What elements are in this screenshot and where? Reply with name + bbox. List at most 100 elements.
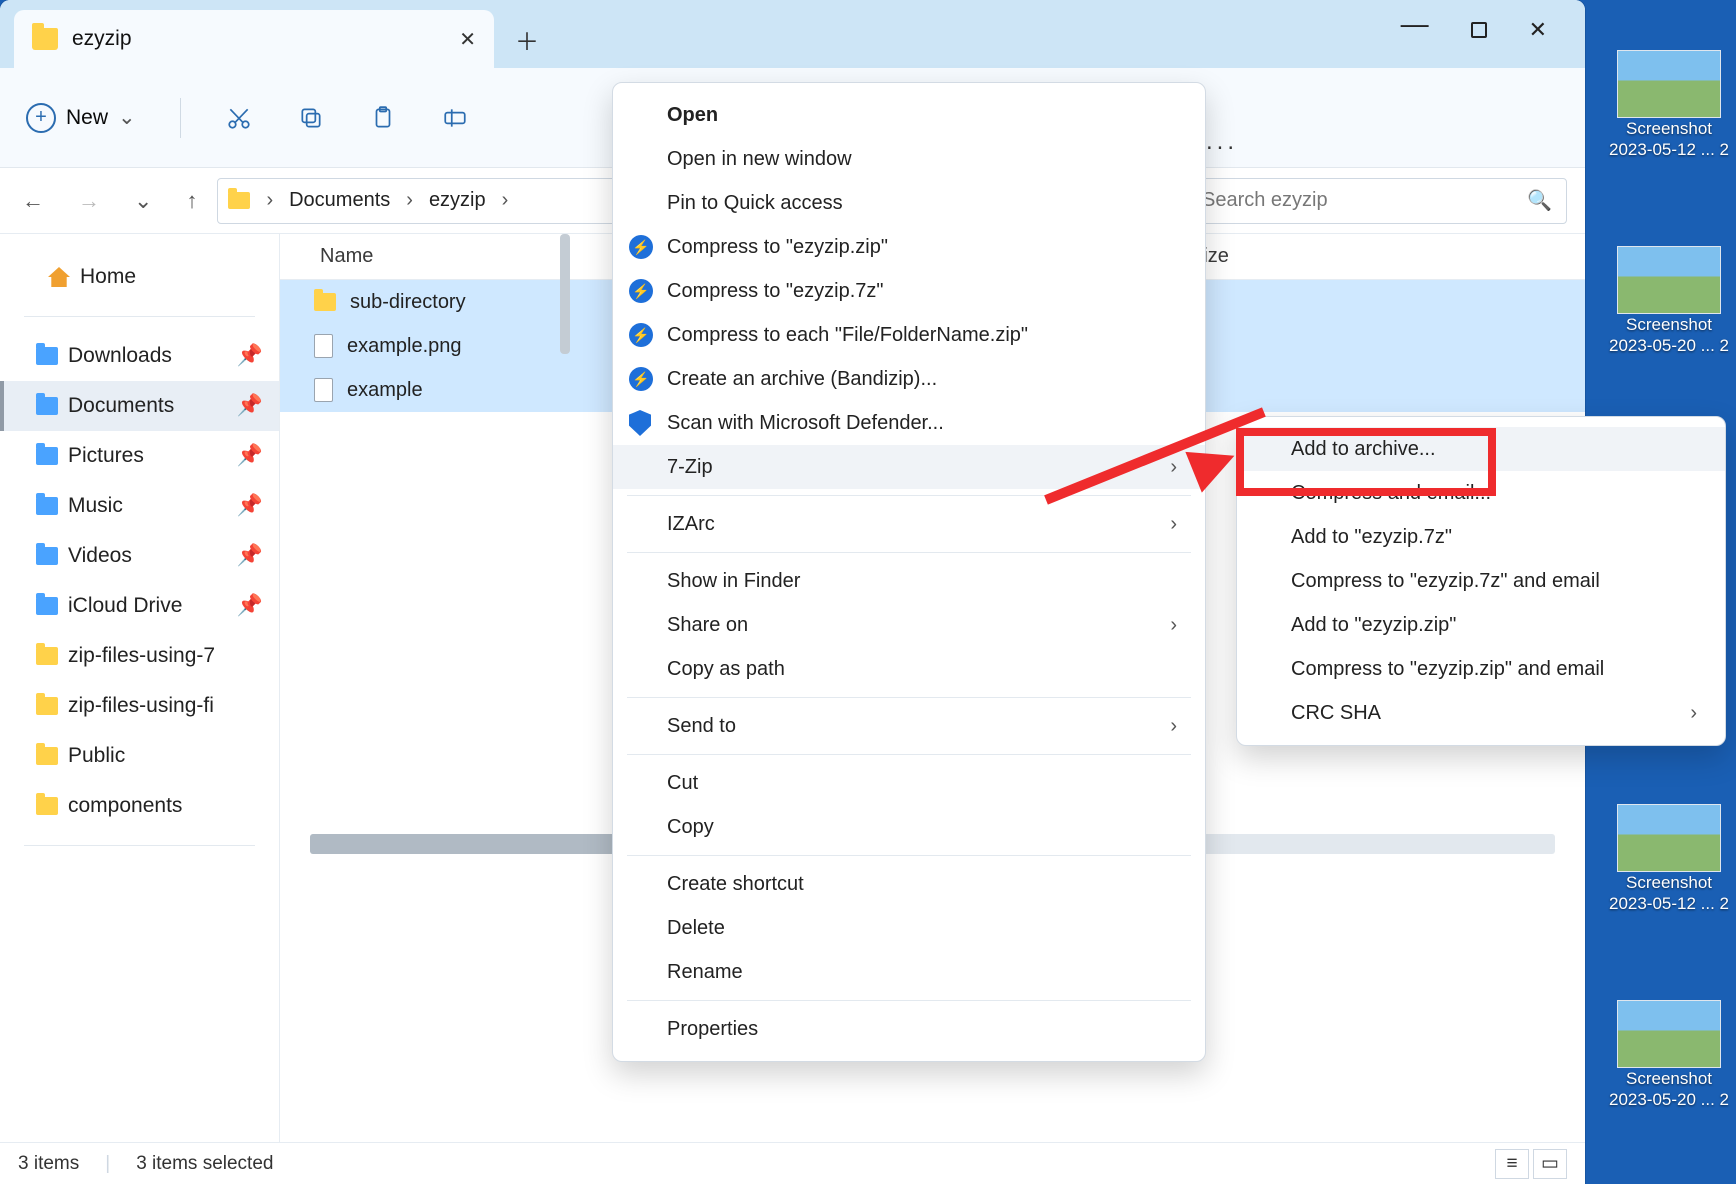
sidebar-item-zip-files-using-7[interactable]: zip-files-using-7: [0, 631, 279, 681]
maximize-button[interactable]: [1471, 22, 1487, 38]
menu-item[interactable]: Pin to Quick access: [613, 181, 1205, 225]
sidebar-item-label: Pictures: [68, 444, 144, 468]
menu-item[interactable]: Copy: [613, 805, 1205, 849]
menu-label: Compress and email...: [1291, 482, 1491, 505]
sidebar-item-label: zip-files-using-fi: [68, 694, 214, 718]
shield-icon: [629, 410, 651, 436]
menu-label: CRC SHA: [1291, 702, 1381, 725]
menu-label: Copy: [667, 816, 714, 839]
divider: [24, 316, 255, 317]
new-tab-button[interactable]: ＋: [504, 16, 550, 62]
menu-item[interactable]: Rename: [613, 950, 1205, 994]
menu-label: Copy as path: [667, 658, 785, 681]
pin-icon: 📌: [237, 494, 263, 518]
file-icon: [314, 378, 333, 402]
close-tab-icon[interactable]: ✕: [459, 27, 476, 52]
sidebar-item-zip-files-using-fi[interactable]: zip-files-using-fi: [0, 681, 279, 731]
menu-item[interactable]: Compress to "ezyzip.7z" and email: [1237, 559, 1725, 603]
sidebar: Home Downloads📌Documents📌Pictures📌Music📌…: [0, 234, 280, 1142]
breadcrumb[interactable]: ezyzip: [429, 189, 486, 212]
menu-item[interactable]: Share on›: [613, 603, 1205, 647]
menu-label: Delete: [667, 917, 725, 940]
tiles-view-button[interactable]: ▭: [1533, 1149, 1567, 1179]
up-button[interactable]: ↑: [186, 188, 197, 214]
menu-item[interactable]: CRC SHA›: [1237, 691, 1725, 735]
sidebar-item-label: Home: [80, 265, 136, 289]
minimize-button[interactable]: —: [1401, 8, 1429, 40]
sidebar-item-downloads[interactable]: Downloads📌: [0, 331, 279, 381]
more-toolbar-button[interactable]: ...: [1206, 128, 1238, 156]
close-window-button[interactable]: ✕: [1529, 17, 1547, 43]
menu-item[interactable]: ⚡Compress to "ezyzip.7z": [613, 269, 1205, 313]
menu-label: Compress to "ezyzip.7z" and email: [1291, 570, 1600, 593]
menu-item[interactable]: Add to "ezyzip.zip": [1237, 603, 1725, 647]
sidebar-item-videos[interactable]: Videos📌: [0, 531, 279, 581]
desktop-icon[interactable]: Screenshot2023-05-20 ... 2: [1606, 246, 1732, 357]
search-input[interactable]: Search ezyzip 🔍: [1187, 178, 1567, 224]
file-name: sub-directory: [350, 291, 466, 314]
bandizip-icon: ⚡: [629, 235, 653, 259]
menu-label: Create an archive (Bandizip)...: [667, 368, 937, 391]
chevron-right-icon: ›: [1170, 715, 1177, 738]
status-bar: 3 items | 3 items selected ≡ ▭: [0, 1142, 1585, 1184]
menu-item[interactable]: Delete: [613, 906, 1205, 950]
menu-item[interactable]: Compress and email...: [1237, 471, 1725, 515]
chevron-right-icon: ›: [1170, 513, 1177, 536]
menu-item[interactable]: Open in new window: [613, 137, 1205, 181]
menu-item[interactable]: Add to archive...: [1237, 427, 1725, 471]
menu-item[interactable]: Properties: [613, 1007, 1205, 1051]
menu-item[interactable]: IZArc›: [613, 502, 1205, 546]
menu-item[interactable]: ⚡Compress to each "File/FolderName.zip": [613, 313, 1205, 357]
sidebar-item-documents[interactable]: Documents📌: [0, 381, 279, 431]
paste-icon[interactable]: [369, 104, 397, 132]
sidebar-item-icloud-drive[interactable]: iCloud Drive📌: [0, 581, 279, 631]
folder-icon: [36, 397, 58, 415]
menu-item[interactable]: Compress to "ezyzip.zip" and email: [1237, 647, 1725, 691]
menu-item[interactable]: ⚡Compress to "ezyzip.zip": [613, 225, 1205, 269]
sidebar-item-public[interactable]: Public: [0, 731, 279, 781]
tab-ezyzip[interactable]: ezyzip ✕: [14, 10, 494, 68]
sidebar-home[interactable]: Home: [0, 252, 279, 302]
folder-icon: [36, 447, 58, 465]
breadcrumb[interactable]: Documents: [289, 189, 390, 212]
nav-buttons: ← → ⌄ ↑: [18, 188, 205, 214]
thumbnail: [1617, 50, 1721, 118]
cut-icon[interactable]: [225, 104, 253, 132]
menu-label: Create shortcut: [667, 873, 804, 896]
menu-item[interactable]: Show in Finder: [613, 559, 1205, 603]
menu-label: Compress to each "File/FolderName.zip": [667, 324, 1028, 347]
folder-icon: [228, 192, 250, 209]
menu-item[interactable]: Copy as path: [613, 647, 1205, 691]
menu-item[interactable]: Scan with Microsoft Defender...: [613, 401, 1205, 445]
sidebar-item-components[interactable]: components: [0, 781, 279, 831]
back-button[interactable]: ←: [22, 188, 44, 214]
desktop-label: Screenshot2023-05-20 ... 2: [1609, 314, 1729, 357]
scrollbar[interactable]: [560, 234, 574, 1142]
menu-item[interactable]: Cut: [613, 761, 1205, 805]
menu-label: Open in new window: [667, 148, 852, 171]
desktop-icon[interactable]: Screenshot2023-05-20 ... 2: [1606, 1000, 1732, 1111]
pin-icon: 📌: [237, 344, 263, 368]
history-button[interactable]: ⌄: [134, 188, 152, 214]
new-button[interactable]: + New ⌄: [26, 103, 136, 133]
desktop-icon[interactable]: Screenshot2023-05-12 ... 2: [1606, 804, 1732, 915]
chevron-right-icon: ›: [1170, 614, 1177, 637]
details-view-button[interactable]: ≡: [1495, 1149, 1529, 1179]
menu-item[interactable]: Open: [613, 93, 1205, 137]
menu-item[interactable]: Send to›: [613, 704, 1205, 748]
menu-item[interactable]: Add to "ezyzip.7z": [1237, 515, 1725, 559]
menu-label: Show in Finder: [667, 570, 800, 593]
sidebar-item-pictures[interactable]: Pictures📌: [0, 431, 279, 481]
forward-button[interactable]: →: [78, 188, 100, 214]
sidebar-item-music[interactable]: Music 📌: [0, 481, 279, 531]
menu-item[interactable]: ⚡Create an archive (Bandizip)...: [613, 357, 1205, 401]
file-name: example.png: [347, 335, 462, 358]
copy-icon[interactable]: [297, 104, 325, 132]
folder-icon: [36, 547, 58, 565]
desktop-icon[interactable]: Screenshot2023-05-12 ... 2: [1606, 50, 1732, 161]
status-selected: 3 items selected: [136, 1153, 273, 1175]
status-count: 3 items: [18, 1153, 79, 1175]
sidebar-item-label: Music: [68, 494, 123, 518]
menu-item[interactable]: Create shortcut: [613, 862, 1205, 906]
rename-icon[interactable]: [441, 104, 469, 132]
